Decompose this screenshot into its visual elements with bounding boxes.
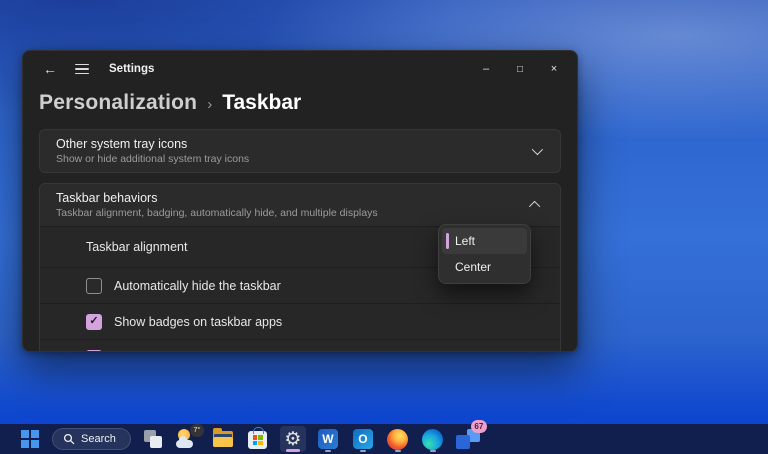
tray-card-subtitle: Show or hide additional system tray icon… (56, 153, 532, 165)
auto-hide-checkbox[interactable] (86, 278, 102, 294)
show-flashing-label: Show flashing on taskbar apps (114, 351, 284, 353)
teams-button[interactable]: 67 (455, 426, 481, 452)
show-badges-row: ✓ Show badges on taskbar apps (40, 303, 560, 339)
maximize-button[interactable]: □ (503, 54, 537, 84)
dropdown-option-center[interactable]: Center (442, 254, 527, 280)
tray-card-title: Other system tray icons (56, 137, 532, 151)
behaviors-title: Taskbar behaviors (56, 191, 532, 205)
running-indicator (325, 450, 331, 453)
show-badges-checkbox[interactable]: ✓ (86, 314, 102, 330)
start-button[interactable] (17, 426, 43, 452)
search-label: Search (81, 433, 116, 445)
file-explorer-button[interactable] (210, 426, 236, 452)
settings-taskbar-button[interactable]: ⚙ (280, 426, 306, 452)
tray-icons-card[interactable]: Other system tray icons Show or hide add… (39, 129, 561, 173)
desktop-wallpaper: ← Settings – □ × Personalization › Taskb… (0, 0, 768, 454)
titlebar: ← Settings – □ × (23, 51, 577, 87)
task-view-button[interactable] (140, 426, 166, 452)
firefox-button[interactable] (385, 426, 411, 452)
weather-widget-button[interactable]: 7° (175, 426, 201, 452)
window-controls: – □ × (469, 51, 571, 87)
breadcrumb-separator: › (207, 96, 212, 113)
taskbar: Search 7° ⚙ W (0, 424, 768, 454)
search-box[interactable]: Search (52, 428, 131, 450)
dropdown-option-left[interactable]: Left (442, 228, 527, 254)
behaviors-header[interactable]: Taskbar behaviors Taskbar alignment, bad… (40, 184, 560, 226)
outlook-icon: O (353, 429, 373, 449)
show-badges-label: Show badges on taskbar apps (114, 315, 282, 329)
app-title: Settings (109, 63, 154, 75)
edge-icon (422, 429, 443, 450)
file-explorer-icon (213, 431, 233, 447)
alignment-dropdown-flyout: Left Center (438, 224, 531, 284)
firefox-icon (387, 429, 408, 450)
menu-button[interactable] (69, 56, 95, 82)
teams-notification-badge: 67 (471, 420, 487, 433)
active-app-indicator (286, 449, 300, 452)
back-arrow-icon: ← (43, 61, 57, 77)
task-view-icon (144, 430, 162, 448)
word-icon: W (318, 429, 338, 449)
edge-button[interactable] (420, 426, 446, 452)
microsoft-store-icon (248, 431, 267, 449)
close-button[interactable]: × (537, 54, 571, 84)
search-icon (63, 433, 75, 445)
windows-logo-icon (21, 430, 39, 448)
show-flashing-checkbox[interactable]: ✓ (86, 350, 102, 353)
settings-gear-icon: ⚙ (284, 430, 301, 449)
breadcrumb: Personalization › Taskbar (23, 87, 577, 115)
auto-hide-label: Automatically hide the taskbar (114, 279, 281, 293)
back-button[interactable]: ← (37, 56, 63, 82)
word-button[interactable]: W (315, 426, 341, 452)
minimize-button[interactable]: – (469, 54, 503, 84)
outlook-button[interactable]: O (350, 426, 376, 452)
running-indicator (395, 450, 401, 453)
running-indicator (360, 450, 366, 453)
hamburger-icon (75, 64, 89, 66)
show-flashing-row: ✓ Show flashing on taskbar apps (40, 339, 560, 352)
chevron-down-icon (532, 144, 543, 155)
breadcrumb-personalization[interactable]: Personalization (39, 91, 197, 115)
running-indicator (430, 450, 436, 453)
weather-temp-badge: 7° (190, 424, 204, 437)
microsoft-store-button[interactable] (245, 426, 271, 452)
taskbar-alignment-label: Taskbar alignment (86, 240, 187, 254)
behaviors-subtitle: Taskbar alignment, badging, automaticall… (56, 207, 532, 219)
selection-accent-bar (446, 233, 449, 249)
weather-icon: 7° (175, 428, 201, 450)
settings-window: ← Settings – □ × Personalization › Taskb… (22, 50, 578, 352)
page-title: Taskbar (222, 91, 301, 115)
